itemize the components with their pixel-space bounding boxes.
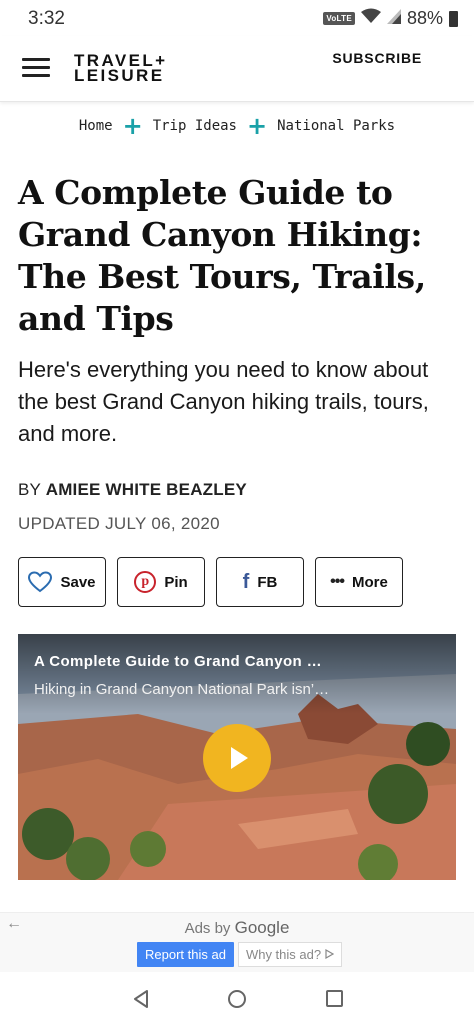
home-circle-icon[interactable] xyxy=(228,990,246,1008)
site-header: TRAVEL+ LEISURE SUBSCRIBE xyxy=(0,36,474,102)
video-title-overlay xyxy=(18,634,456,714)
breadcrumb-trip-ideas[interactable]: Trip Ideas xyxy=(153,118,237,134)
ad-buttons: Report this ad Why this ad? xyxy=(137,942,343,967)
plus-separator-icon: + xyxy=(247,112,268,140)
byline-prefix: BY xyxy=(18,480,41,499)
recents-square-icon[interactable] xyxy=(326,990,343,1007)
why-this-ad-button[interactable]: Why this ad? xyxy=(237,942,343,967)
article-dek: Here's everything you need to know about… xyxy=(18,357,429,446)
battery-icon xyxy=(449,10,458,27)
share-buttons: Save p Pin f FB ••• More xyxy=(18,557,403,607)
save-button[interactable]: Save xyxy=(18,557,106,607)
report-ad-button[interactable]: Report this ad xyxy=(137,942,234,967)
adchoices-icon xyxy=(325,947,335,962)
plus-separator-icon: + xyxy=(122,112,143,140)
video-title: A Complete Guide to Grand Canyon … xyxy=(34,653,323,670)
hamburger-menu-icon[interactable] xyxy=(22,58,50,78)
breadcrumb-home[interactable]: Home xyxy=(79,118,113,134)
google-label: Google xyxy=(234,918,290,937)
fb-label: FB xyxy=(257,573,278,591)
play-button[interactable] xyxy=(203,724,271,792)
ads-by-google: Ads by Google xyxy=(0,918,474,938)
status-time: 3:32 xyxy=(28,8,65,29)
pin-label: Pin xyxy=(164,573,188,591)
back-triangle-icon[interactable] xyxy=(133,990,149,1013)
pinterest-icon: p xyxy=(134,571,157,593)
fb-button[interactable]: f FB xyxy=(216,557,304,607)
system-nav-bar xyxy=(0,976,474,1026)
more-dots-icon: ••• xyxy=(330,573,345,590)
breadcrumb: Home + Trip Ideas + National Parks xyxy=(0,112,474,140)
status-icons: VoLTE 88% xyxy=(323,8,458,29)
ads-by-label: Ads by xyxy=(184,920,231,937)
ad-bar: ← Ads by Google Report this ad Why this … xyxy=(0,912,474,972)
breadcrumb-national-parks[interactable]: National Parks xyxy=(277,118,395,134)
logo-line2: LEISURE xyxy=(74,66,165,85)
byline: BY AMIEE WHITE BEAZLEY xyxy=(18,480,247,500)
author-link[interactable]: AMIEE WHITE BEAZLEY xyxy=(46,480,247,499)
why-this-ad-label: Why this ad? xyxy=(245,947,322,962)
facebook-icon: f xyxy=(242,570,250,593)
wifi-icon xyxy=(360,8,381,29)
site-logo[interactable]: TRAVEL+ LEISURE xyxy=(74,52,167,85)
status-bar: 3:32 VoLTE 88% xyxy=(0,0,474,36)
battery-percent: 88% xyxy=(406,8,443,28)
play-icon xyxy=(231,747,248,769)
heart-icon xyxy=(28,571,53,593)
subscribe-link[interactable]: SUBSCRIBE xyxy=(332,50,422,66)
more-button[interactable]: ••• More xyxy=(315,557,403,607)
article-title: A Complete Guide to Grand Canyon Hiking:… xyxy=(18,173,426,338)
save-label: Save xyxy=(60,573,96,591)
video-player[interactable]: A Complete Guide to Grand Canyon … Hikin… xyxy=(18,634,456,880)
updated-date: UPDATED JULY 06, 2020 xyxy=(18,514,220,533)
volte-badge: VoLTE xyxy=(323,12,355,25)
signal-icon xyxy=(386,8,401,29)
more-label: More xyxy=(351,573,388,591)
pin-button[interactable]: p Pin xyxy=(117,557,205,607)
video-description: Hiking in Grand Canyon National Park isn… xyxy=(34,681,330,698)
